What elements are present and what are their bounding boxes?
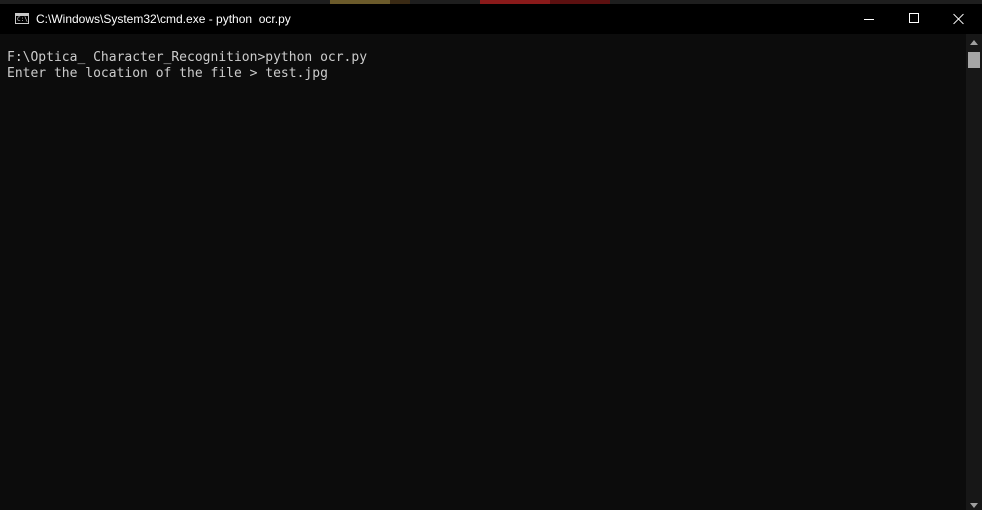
- minimize-icon: [864, 19, 874, 20]
- vertical-scrollbar[interactable]: [966, 34, 982, 510]
- cmd-window: C:\ C:\Windows\System32\cmd.exe - python…: [0, 0, 982, 510]
- maximize-button[interactable]: [891, 4, 937, 34]
- maximize-icon: [909, 13, 919, 23]
- console-line-prompt[interactable]: Enter the location of the file > test.jp…: [7, 66, 328, 82]
- window-title: C:\Windows\System32\cmd.exe - python ocr…: [36, 12, 291, 26]
- scroll-down-arrow-icon[interactable]: [970, 503, 978, 508]
- title-bar[interactable]: C:\ C:\Windows\System32\cmd.exe - python…: [0, 4, 982, 34]
- scrollbar-thumb[interactable]: [968, 52, 980, 68]
- cmd-console-icon: C:\: [15, 13, 29, 24]
- scroll-up-arrow-icon[interactable]: [970, 40, 978, 45]
- cmd-icon-label: C:\: [17, 16, 28, 23]
- minimize-button[interactable]: [846, 4, 892, 34]
- console-output-area[interactable]: F:\Optica_ Character_Recognition>python …: [0, 34, 966, 510]
- close-icon: [953, 13, 965, 25]
- console-line-command: F:\Optica_ Character_Recognition>python …: [7, 50, 368, 65]
- close-button[interactable]: [936, 4, 982, 34]
